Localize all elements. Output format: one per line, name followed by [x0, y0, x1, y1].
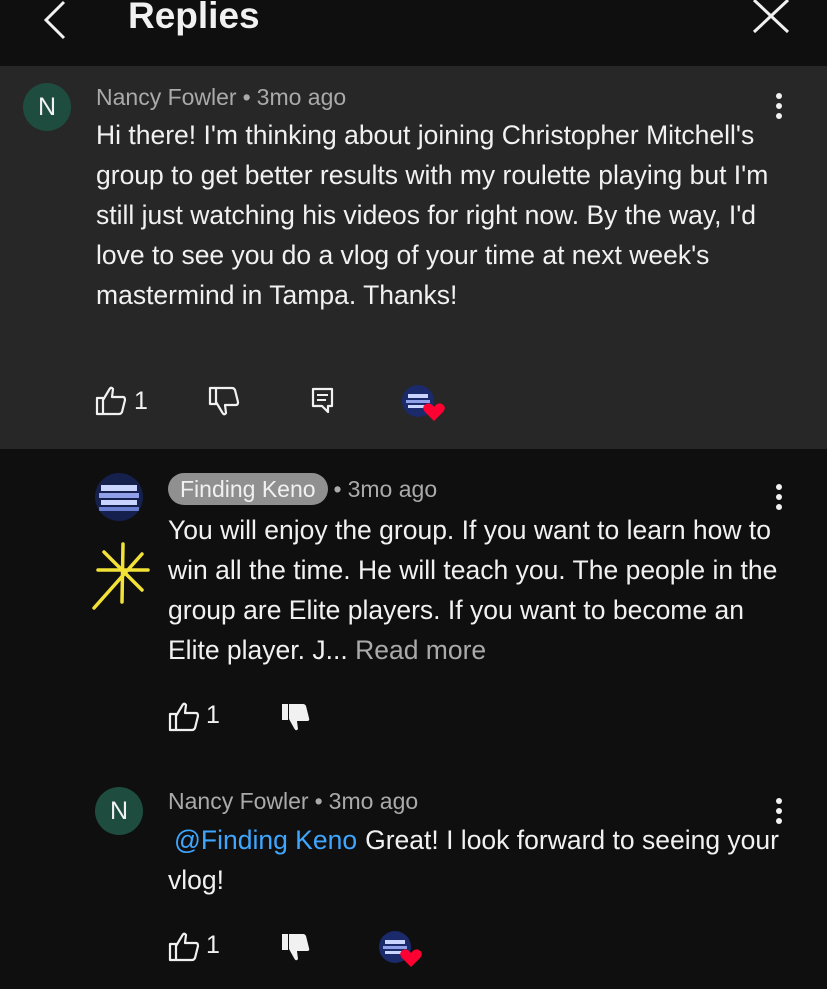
- replies-header: Replies: [0, 0, 827, 66]
- page-title: Replies: [128, 0, 260, 36]
- dislike-button[interactable]: [279, 930, 313, 964]
- like-button[interactable]: [94, 384, 128, 418]
- more-options-button[interactable]: [769, 483, 789, 513]
- like-count: 1: [206, 701, 220, 729]
- separator-dot: •: [314, 788, 323, 814]
- like-count: 1: [206, 931, 220, 959]
- thumbs-up-icon: [168, 932, 200, 962]
- thumbs-down-filled-icon: [282, 934, 310, 961]
- avatar[interactable]: N: [23, 83, 71, 131]
- author-name[interactable]: Nancy Fowler: [168, 788, 309, 814]
- separator-dot: •: [242, 84, 251, 110]
- kebab-icon: [776, 484, 782, 510]
- sparkle-decoration: [90, 540, 152, 612]
- mention-link[interactable]: @Finding Keno: [174, 825, 357, 855]
- thumbs-down-filled-icon: [282, 704, 310, 731]
- creator-heart-icon: [379, 931, 422, 967]
- creator-author-badge[interactable]: Finding Keno: [168, 473, 328, 505]
- author-name[interactable]: Nancy Fowler: [96, 84, 237, 110]
- timestamp: 3mo ago: [328, 788, 419, 814]
- chevron-left-icon: [43, 0, 66, 40]
- keno-board-avatar-icon: [95, 473, 143, 521]
- comment-text: @Finding Keno Great! I look forward to se…: [168, 820, 788, 900]
- like-button[interactable]: [167, 930, 201, 964]
- close-icon: [752, 0, 790, 34]
- thumbs-down-icon: [208, 386, 240, 416]
- creator-heart-badge: [378, 930, 422, 967]
- back-button[interactable]: [40, 0, 72, 40]
- creator-heart-icon: [402, 385, 445, 421]
- creator-heart-badge: [401, 384, 445, 421]
- comment-meta: Nancy Fowler • 3mo ago: [96, 83, 346, 111]
- comment-meta: Finding Keno • 3mo ago: [168, 473, 437, 505]
- avatar[interactable]: N: [95, 787, 143, 835]
- timestamp: 3mo ago: [256, 84, 347, 110]
- dislike-button[interactable]: [207, 384, 241, 418]
- like-button[interactable]: [167, 700, 201, 734]
- comment-text: Hi there! I'm thinking about joining Chr…: [96, 120, 769, 310]
- thumbs-up-icon: [95, 386, 127, 416]
- comment-meta: Nancy Fowler • 3mo ago: [168, 787, 418, 815]
- reply-icon: [311, 387, 334, 414]
- read-more-link[interactable]: Read more: [355, 635, 486, 665]
- dislike-button[interactable]: [279, 700, 313, 734]
- parent-comment: N Nancy Fowler • 3mo ago Hi there! I'm thi…: [0, 66, 827, 449]
- comment-text: You will enjoy the group. If you want to…: [168, 510, 788, 670]
- sparkle-icon: [92, 542, 150, 610]
- close-button[interactable]: [752, 0, 790, 34]
- timestamp: 3mo ago: [347, 476, 438, 502]
- separator-dot: •: [333, 476, 342, 502]
- like-count: 1: [134, 387, 148, 415]
- avatar[interactable]: [95, 473, 143, 521]
- reply-button[interactable]: [310, 386, 336, 420]
- thumbs-up-icon: [168, 702, 200, 732]
